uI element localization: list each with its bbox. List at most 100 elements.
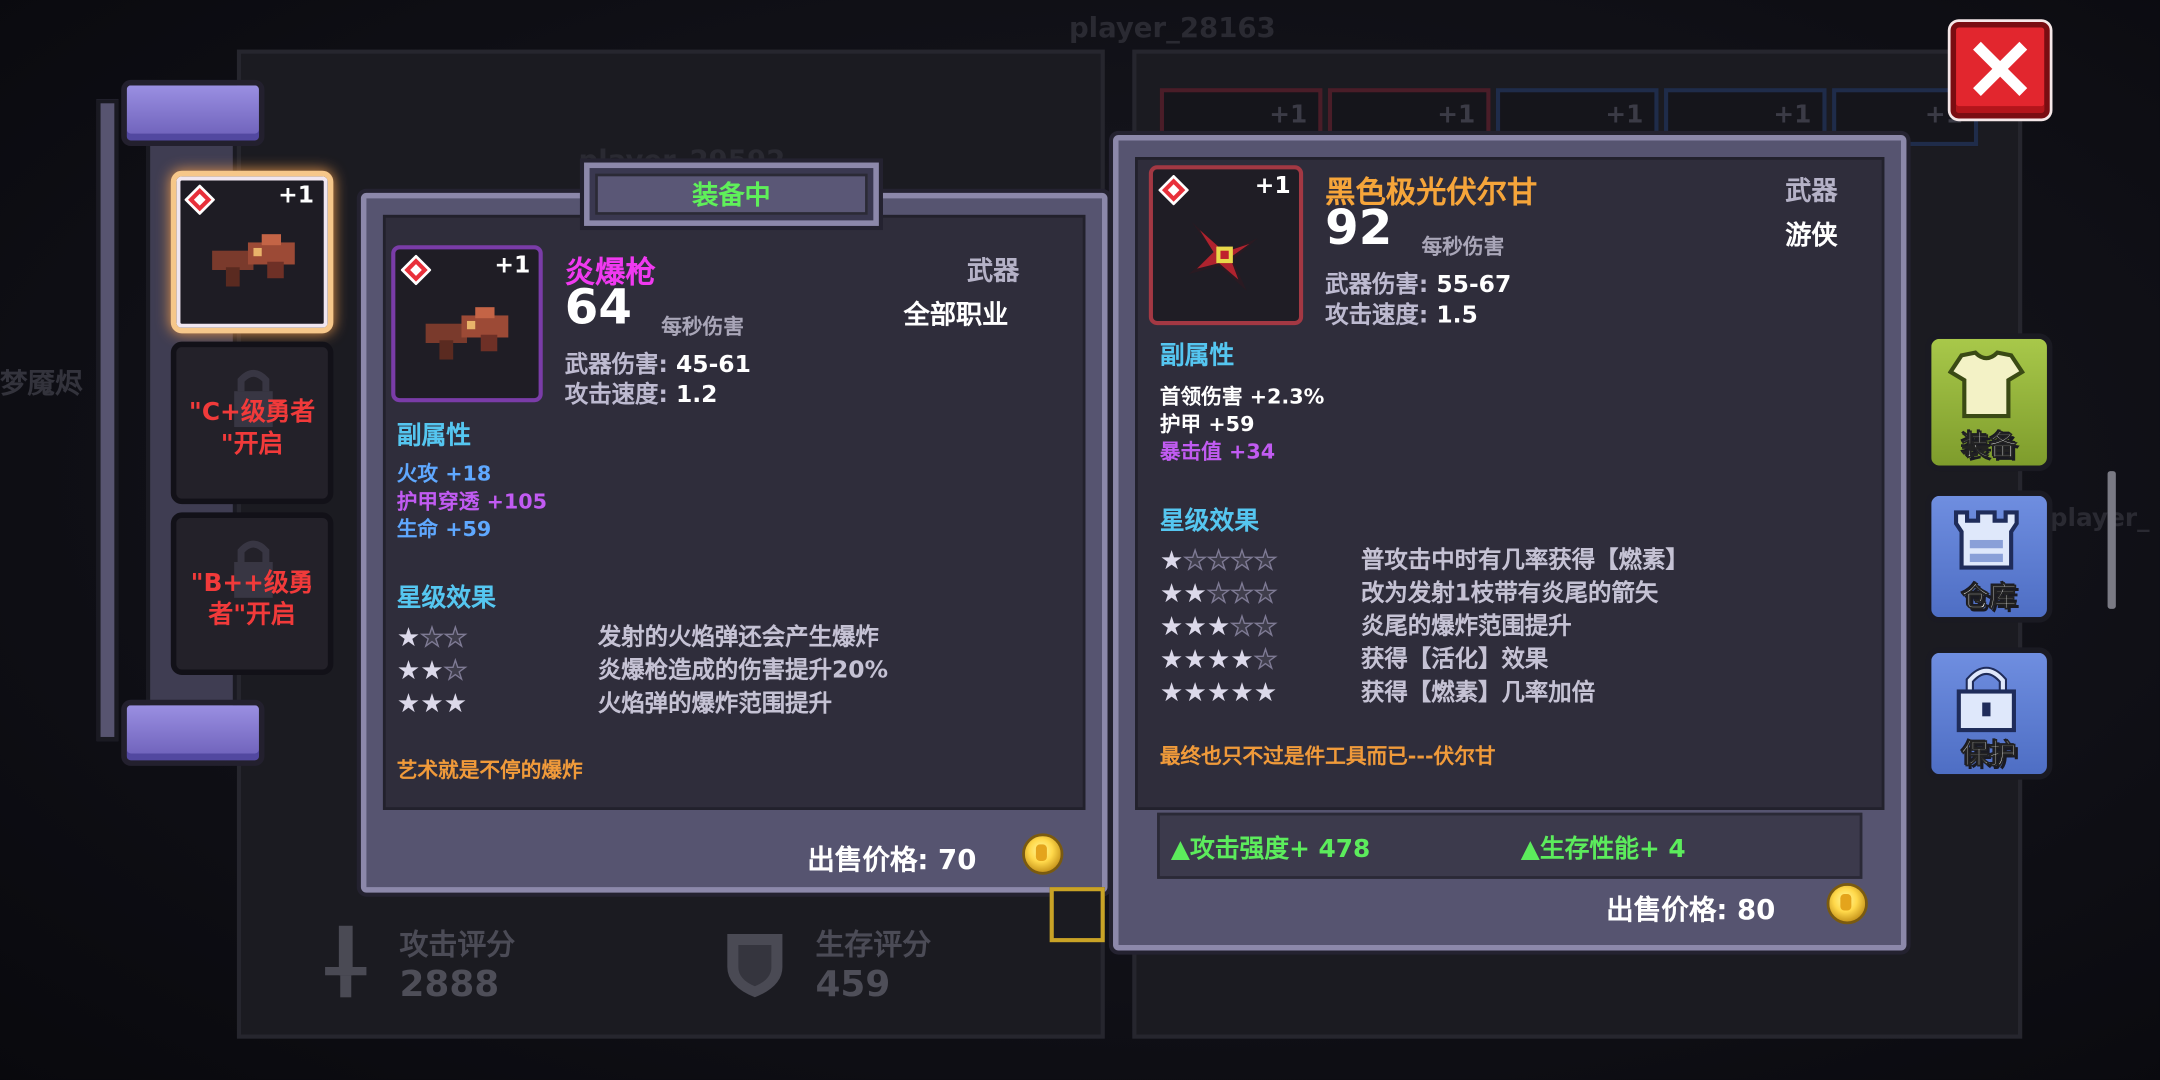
star-effect-desc: 炎尾的爆炸范围提升 (1360, 612, 1572, 641)
compare-item-class: 游侠 (1785, 220, 1838, 251)
star-icon: ★ (1230, 611, 1255, 643)
compare-sub-title: 副属性 (1159, 341, 1235, 371)
equipped-sub-stat: 护甲穿透 +105 (396, 489, 548, 514)
compare-star-row: ★★★★★ 获得【燃素】几率加倍 (1160, 678, 1849, 708)
equipped-tab-label: 装备中 (595, 173, 868, 215)
compare-item-quote: 最终也只不过是件工具而已---伏尔甘 (1159, 743, 1496, 769)
star-rating: ★★★★★ (1159, 611, 1278, 643)
compare-star-row: ★★★★★ 改为发射1枝带有炎尾的箭矢 (1159, 578, 1849, 610)
equipped-weapon-damage: 武器伤害: 45-61 (564, 351, 751, 379)
star-icon: ★ (443, 688, 468, 720)
equipped-star-title: 星级效果 (396, 584, 496, 613)
equipped-item-dps-label: 每秒伤害 (661, 314, 744, 339)
survival-score-label: 生存评分 (815, 928, 932, 962)
castle-icon (1953, 510, 2019, 570)
star-icon: ★ (1183, 677, 1207, 709)
slot-rail (96, 99, 119, 742)
equip-slot-locked-c[interactable]: "C+级勇者 "开启 (170, 341, 334, 505)
compare-marker (1049, 887, 1105, 943)
equip-tab-button[interactable]: 装备 (1925, 333, 2053, 472)
survival-score-value: 459 (815, 964, 891, 1006)
star-effect-desc: 普攻击中时有几率获得【燃素】 (1360, 546, 1689, 575)
compare-sub-stat: 暴击值 +34 (1159, 439, 1276, 465)
compare-star-row: ★★★★★ 炎尾的爆炸范围提升 (1159, 611, 1849, 643)
equipped-star-row: ★★★ 发射的火焰弹还会产生爆炸 (396, 622, 1058, 654)
close-button[interactable] (1950, 22, 2050, 119)
star-icon: ★ (1159, 578, 1184, 609)
star-icon: ★ (396, 622, 421, 653)
equipped-item-class: 全部职业 (903, 300, 1009, 331)
equipped-sub-stat: 生命 +59 (396, 516, 492, 542)
attack-strength-diff: ▲攻击强度+ 478 (1170, 834, 1371, 864)
star-effect-desc: 炎爆枪造成的伤害提升20% (597, 657, 889, 685)
star-effect-desc: 获得【燃素】几率加倍 (1360, 679, 1596, 707)
compare-item-dps: 92 (1325, 201, 1393, 257)
attack-score-value: 2888 (399, 964, 500, 1006)
scroll-down-button[interactable] (121, 699, 265, 766)
compare-sub-stat: 首领伤害 +2.3% (1159, 384, 1325, 410)
sword-icon (322, 925, 369, 1000)
equipped-item-plus: +1 (494, 252, 531, 280)
star-rating: ★★★★★ (1159, 644, 1278, 676)
bg-side-name: 梦魇烬 (0, 366, 83, 400)
star-rating: ★★★★★ (1159, 545, 1278, 577)
star-icon: ★ (1206, 677, 1231, 709)
gun-icon (212, 234, 295, 287)
gem-icon (184, 184, 215, 215)
star-rating: ★★★★★ (1159, 578, 1278, 610)
close-icon (1973, 41, 2028, 96)
equipped-sell-price: 出售价格: 70 (807, 843, 977, 877)
gem-icon (1158, 174, 1189, 206)
storage-tab-button[interactable]: 仓库 (1925, 490, 2053, 623)
compare-item-icon-box: +1 (1148, 165, 1304, 326)
star-icon: ★ (1159, 611, 1184, 642)
protect-tab-button[interactable]: 保护 (1925, 647, 2053, 780)
bg-player-name-top: player_28163 (1068, 11, 1276, 45)
compare-item-dps-label: 每秒伤害 (1421, 234, 1505, 259)
star-icon: ★ (1183, 611, 1207, 642)
inventory-screen: player_28163 player_29592 player_ 梦魇烬 +1… (0, 0, 2160, 1080)
shirt-icon (1947, 350, 2025, 419)
equip-slot-selected[interactable]: +1 (170, 170, 334, 334)
equip-tab-label: 装备 (1961, 428, 2017, 462)
star-icon: ★ (1159, 545, 1184, 576)
compare-sub-stat: 护甲 +59 (1159, 411, 1255, 437)
star-icon: ★ (1230, 545, 1255, 577)
attack-score-label: 攻击评分 (399, 928, 516, 962)
equipped-item-dps: 64 (564, 281, 632, 337)
locked-slot-text: "C+级勇者 "开启 (188, 398, 316, 459)
star-icon: ★ (420, 622, 445, 654)
equipped-attack-speed: 攻击速度: 1.2 (564, 381, 718, 410)
star-icon: ★ (1253, 644, 1278, 676)
equipped-item-category: 武器 (967, 256, 1020, 287)
equipped-tab-header: 装备中 (584, 162, 879, 226)
equip-slot-locked-b[interactable]: "B++级勇 者"开启 (170, 512, 334, 675)
star-icon: ★ (420, 655, 444, 686)
scrollbar[interactable] (2107, 471, 2116, 609)
star-rating: ★★★ (397, 689, 467, 719)
star-icon: ★ (1253, 677, 1278, 709)
compare-weapon-damage: 武器伤害: 55-67 (1325, 271, 1512, 299)
star-effect-desc: 获得【活化】效果 (1360, 646, 1549, 674)
star-effect-desc: 改为发射1枝带有炎尾的箭矢 (1360, 579, 1659, 608)
compare-star-title: 星级效果 (1159, 506, 1260, 536)
compare-sell-price: 出售价格: 80 (1606, 892, 1776, 926)
compare-attack-speed: 攻击速度: 1.5 (1325, 301, 1478, 330)
star-icon: ★ (443, 655, 468, 687)
gun-icon (425, 307, 509, 360)
locked-slot-text: "B++级勇 者"开启 (190, 568, 314, 630)
star-icon: ★ (1206, 611, 1231, 642)
star-icon: ★ (1253, 611, 1278, 643)
protect-tab-label: 保护 (1961, 736, 2017, 771)
star-effect-desc: 火焰弹的爆炸范围提升 (597, 690, 833, 718)
coin-icon (1826, 882, 1868, 925)
star-icon: ★ (1183, 545, 1208, 577)
compare-item-plus: +1 (1254, 172, 1291, 200)
scroll-up-button[interactable] (121, 79, 265, 147)
star-icon: ★ (1183, 578, 1207, 609)
star-icon: ★ (1183, 644, 1207, 675)
star-icon: ★ (1159, 644, 1184, 675)
star-rating: ★★★ (397, 655, 468, 687)
compare-star-row: ★★★★★ 获得【活化】效果 (1159, 644, 1849, 676)
stat-diff-bar: ▲攻击强度+ 478 ▲生存性能+ 4 (1157, 812, 1863, 879)
